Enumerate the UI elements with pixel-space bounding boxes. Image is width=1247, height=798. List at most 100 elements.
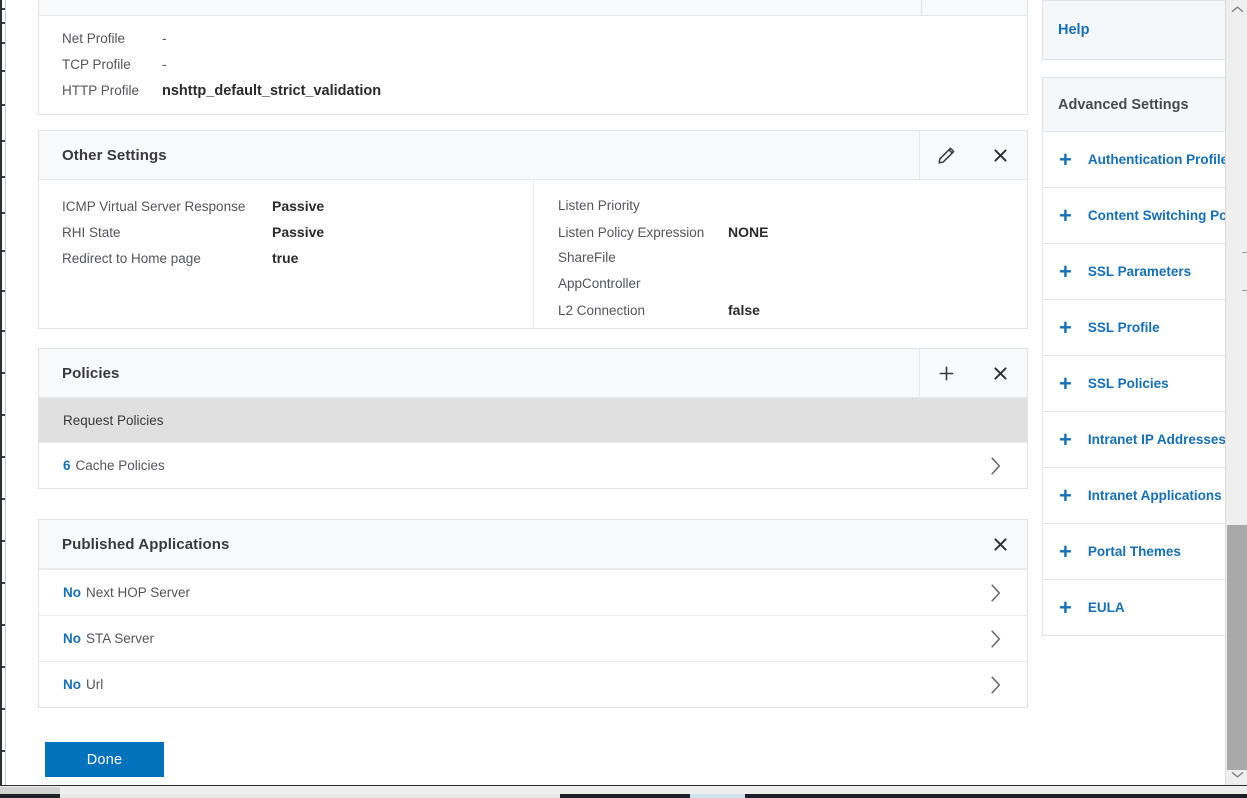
setting-row: RHI State Passive [62,224,533,250]
advanced-item-intranet-ip-addresses[interactable]: + Intranet IP Addresses [1043,411,1231,467]
published-app-count: No [63,677,81,692]
other-settings-actions [919,131,1027,179]
advanced-item-ssl-policies[interactable]: + SSL Policies [1043,355,1231,411]
published-app-label: STA Server [86,631,155,646]
right-sidebar: Help Advanced Settings + Authentication … [1042,0,1232,653]
done-button[interactable]: Done [45,742,164,777]
profile-label: Net Profile [62,31,126,46]
profile-label: TCP Profile [62,57,131,72]
profile-value: nshttp_default_strict_validation [162,83,382,99]
vertical-scrollbar-thumb[interactable] [1227,525,1247,770]
published-app-count: No [63,585,81,600]
advanced-item-label: EULA [1087,600,1125,615]
policy-row-cache-policies[interactable]: 6 Cache Policies [39,442,1027,488]
profile-label: HTTP Profile [62,83,140,98]
plus-icon: + [1059,258,1072,284]
setting-value: false [728,302,760,318]
advanced-item-ssl-parameters[interactable]: + SSL Parameters [1043,243,1231,299]
help-link[interactable]: Help [1058,22,1089,38]
setting-row: Listen Policy Expression NONE [558,224,1027,250]
app-root: Net Profile - TCP Profile - HTTP Profile… [0,0,1247,798]
other-settings-title: Other Settings [62,146,167,164]
setting-value: Passive [272,198,325,214]
published-app-row-next-hop-server[interactable]: No Next HOP Server [39,569,1027,615]
other-settings-right-column: Listen Priority Listen Policy Expression… [533,180,1027,328]
policies-add-button[interactable] [919,349,973,397]
chevron-right-icon [988,582,1003,604]
plus-icon: + [1059,370,1072,396]
setting-row: Redirect to Home page true [62,250,533,276]
advanced-item-authentication-profile[interactable]: + Authentication Profile [1043,131,1231,187]
advanced-item-content-switching-policies[interactable]: + Content Switching Policies [1043,187,1231,243]
published-applications-card: Published Applications No Next HOP Serve… [38,519,1028,708]
advanced-item-ssl-profile[interactable]: + SSL Profile [1043,299,1231,355]
plus-icon: + [1059,594,1072,620]
published-app-row-url[interactable]: No Url [39,661,1027,707]
setting-row: ShareFile [558,250,1027,276]
other-settings-card: Other Settings ICMP Virtual Server Respo… [38,130,1028,329]
policies-close-button[interactable] [973,349,1027,397]
advanced-item-label: Portal Themes [1087,544,1181,559]
help-card-header: Help [1043,1,1231,59]
close-icon [992,365,1009,382]
advanced-item-intranet-applications[interactable]: + Intranet Applications [1043,467,1231,523]
plus-icon: + [1059,202,1072,228]
setting-value: Passive [272,224,325,240]
scroll-down-button[interactable] [1226,765,1247,785]
setting-row: AppController [558,276,1027,302]
close-icon [992,147,1009,164]
published-app-row-sta-server[interactable]: No STA Server [39,615,1027,661]
advanced-settings-header: Advanced Settings [1043,78,1231,131]
advanced-item-portal-themes[interactable]: + Portal Themes [1043,523,1231,579]
plus-icon: + [1059,538,1072,564]
other-settings-close-button[interactable] [973,131,1027,179]
setting-row: Listen Priority [558,198,1027,224]
plus-icon [937,364,956,383]
scroll-up-button[interactable] [1226,0,1247,20]
window-bottom-edge [0,794,1247,798]
other-settings-body: ICMP Virtual Server Response Passive RHI… [39,180,1027,328]
chevron-right-icon [988,628,1003,650]
chevron-down-icon [1231,766,1244,784]
setting-value: true [272,250,299,266]
profile-row: Net Profile - [39,31,1027,57]
policies-title: Policies [62,364,120,382]
setting-label: Listen Policy Expression [558,225,705,240]
setting-label: RHI State [62,225,121,240]
chevron-right-icon [988,455,1003,477]
setting-label: ICMP Virtual Server Response [62,199,246,214]
published-applications-header: Published Applications [39,520,1027,569]
setting-label: AppController [558,276,641,291]
advanced-item-label: SSL Profile [1087,320,1160,335]
setting-label: Redirect to Home page [62,251,201,266]
previous-section-card-partial [38,0,1028,16]
other-settings-edit-button[interactable] [919,131,973,179]
chevron-right-icon [988,674,1003,696]
policy-count: 6 [63,458,71,473]
policies-card: Policies Request Policies 6 Cache Polici… [38,348,1028,489]
help-card: Help [1042,0,1232,60]
policies-header: Policies [39,349,1027,398]
setting-label: Listen Priority [558,198,640,213]
other-settings-left-column: ICMP Virtual Server Response Passive RHI… [39,180,533,328]
policies-group-label: Request Policies [63,412,164,428]
plus-icon: + [1059,314,1072,340]
advanced-item-label: SSL Parameters [1087,264,1192,279]
published-applications-close-button[interactable] [973,520,1027,568]
published-applications-title: Published Applications [62,535,230,553]
main-scroll-viewport: Net Profile - TCP Profile - HTTP Profile… [7,0,1247,785]
setting-label: ShareFile [558,250,616,265]
vertical-scrollbar[interactable] [1225,0,1247,785]
profile-value: - [162,57,167,72]
advanced-item-eula[interactable]: + EULA [1043,579,1231,635]
pencil-icon [936,145,957,166]
setting-label: L2 Connection [558,303,646,318]
policy-label: Cache Policies [75,458,165,473]
plus-icon: + [1059,482,1072,508]
published-applications-actions [973,520,1027,568]
advanced-item-label: SSL Policies [1087,376,1169,391]
published-app-count: No [63,631,81,646]
profile-row: TCP Profile - [39,57,1027,83]
other-settings-header: Other Settings [39,131,1027,180]
advanced-item-label: Content Switching Policies [1087,208,1231,223]
